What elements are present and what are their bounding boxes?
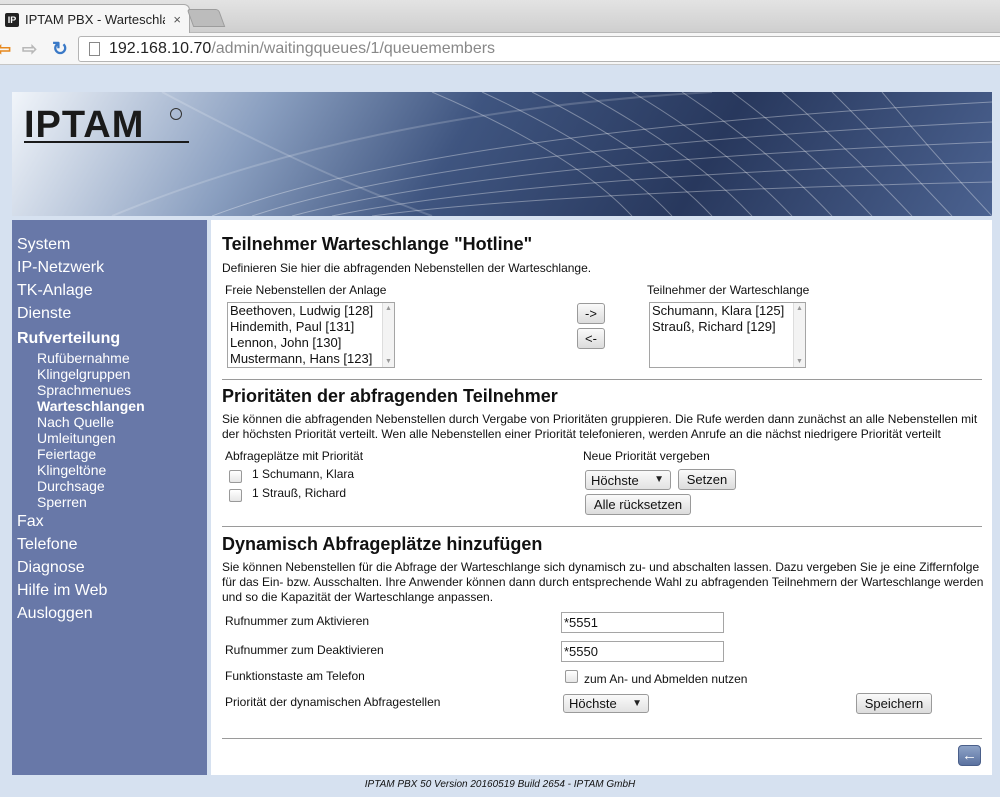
queue-members-label: Teilnehmer der Warteschlange: [647, 283, 810, 297]
page-icon: [89, 42, 100, 56]
dynamic-priority-select[interactable]: Höchste ▼: [563, 694, 649, 713]
priority-entry-checkbox[interactable]: [229, 489, 242, 502]
page: IPTAM System IP-Netzwerk TK-Anlage Diens…: [0, 66, 1000, 797]
sidebar-subitem-warteschlangen[interactable]: Warteschlangen: [12, 398, 207, 414]
priority-entry: 1 Schumann, Klara: [252, 467, 355, 481]
listbox-scrollbar[interactable]: ▲ ▼: [793, 303, 805, 367]
priority-entry-checkbox[interactable]: [229, 470, 242, 483]
deactivate-number-label: Rufnummer zum Deaktivieren: [225, 643, 384, 657]
listbox-scrollbar[interactable]: ▲ ▼: [382, 303, 394, 367]
set-priority-button[interactable]: Setzen: [678, 469, 736, 490]
reload-icon[interactable]: ↻: [52, 38, 68, 61]
free-extension-item[interactable]: Lennon, John [130]: [228, 335, 394, 351]
sidebar-item-system[interactable]: System: [12, 233, 207, 256]
logo-underline: [24, 141, 189, 143]
sidebar-item-ausloggen[interactable]: Ausloggen: [12, 602, 207, 625]
dynamic-priority-label: Priorität der dynamischen Abfragestellen: [225, 695, 441, 709]
sidebar-subitem-nach-quelle[interactable]: Nach Quelle: [12, 414, 207, 430]
browser-toolbar: ⇦ ⇨ ↻ 192.168.10.70/admin/waitingqueues/…: [0, 33, 1000, 65]
function-key-checkbox[interactable]: [565, 670, 578, 683]
sidebar-item-tk-anlage[interactable]: TK-Anlage: [12, 279, 207, 302]
section-divider: [222, 379, 982, 380]
priority-list-label: Abfrageplätze mit Priorität: [225, 449, 364, 463]
browser-tabstrip: IP IPTAM PBX - Warteschlange ×: [0, 0, 1000, 34]
header-banner: IPTAM: [12, 92, 992, 216]
sidebar-item-dienste[interactable]: Dienste: [12, 302, 207, 325]
sidebar-subitem-klingelgruppen[interactable]: Klingelgruppen: [12, 366, 207, 382]
dynamic-priority-select-value: Höchste: [569, 696, 617, 711]
new-tab-button[interactable]: [186, 9, 226, 27]
free-extensions-list[interactable]: Beethoven, Ludwig [128] Hindemith, Paul …: [227, 302, 395, 368]
sidebar-subitem-rufuebernahme[interactable]: Rufübernahme: [12, 350, 207, 366]
url-host: 192.168.10.70: [109, 40, 212, 57]
save-button[interactable]: Speichern: [856, 693, 932, 714]
activate-number-field[interactable]: *5551: [561, 612, 724, 633]
function-key-checkbox-label: zum An- und Abmelden nutzen: [584, 672, 748, 686]
sidebar-subitem-umleitungen[interactable]: Umleitungen: [12, 430, 207, 446]
scroll-down-icon[interactable]: ▼: [385, 358, 392, 365]
sidebar-nav: System IP-Netzwerk TK-Anlage Dienste Ruf…: [12, 220, 207, 775]
members-section-title: Teilnehmer Warteschlange "Hotline": [222, 234, 533, 254]
section-divider: [222, 738, 982, 739]
queue-member-item[interactable]: Schumann, Klara [125]: [650, 303, 805, 319]
priority-select-value: Höchste: [591, 472, 639, 488]
new-priority-label: Neue Priorität vergeben: [583, 449, 710, 463]
chevron-down-icon: ▼: [632, 698, 642, 709]
sidebar-subitem-durchsage[interactable]: Durchsage: [12, 478, 207, 494]
banner-pattern: [111, 92, 992, 216]
priorities-section-title: Prioritäten der abfragenden Teilnehmer: [222, 386, 558, 406]
queue-members-list[interactable]: Schumann, Klara [125] Strauß, Richard [1…: [649, 302, 806, 368]
forward-arrow-icon[interactable]: ⇨: [22, 39, 37, 60]
function-key-label: Funktionstaste am Telefon: [225, 669, 365, 683]
remove-member-button[interactable]: <-: [577, 328, 605, 349]
deactivate-number-field[interactable]: *5550: [561, 641, 724, 662]
free-extension-item[interactable]: Beethoven, Ludwig [128]: [228, 303, 394, 319]
sidebar-item-telefone[interactable]: Telefone: [12, 533, 207, 556]
priority-select[interactable]: Höchste ▼: [585, 470, 671, 490]
scroll-down-icon[interactable]: ▼: [796, 358, 803, 365]
dynamic-section-title: Dynamisch Abfrageplätze hinzufügen: [222, 534, 543, 554]
priorities-description: Sie können die abfragenden Nebenstellen …: [222, 412, 978, 441]
browser-tab-title: IPTAM PBX - Warteschlange: [25, 12, 165, 27]
sidebar-subitem-sprachmenues[interactable]: Sprachmenues: [12, 382, 207, 398]
chevron-down-icon: ▼: [654, 474, 664, 485]
sidebar-item-rufverteilung[interactable]: Rufverteilung: [12, 327, 207, 350]
sidebar-subitem-klingeltoene[interactable]: Klingeltöne: [12, 462, 207, 478]
members-description: Definieren Sie hier die abfragenden Nebe…: [222, 261, 592, 275]
url-path: /admin/waitingqueues/1/queuemembers: [211, 40, 496, 57]
priority-entry: 1 Strauß, Richard: [252, 486, 347, 500]
dynamic-description: Sie können Nebenstellen für die Abfrage …: [222, 560, 984, 604]
sidebar-subitem-feiertage[interactable]: Feiertage: [12, 446, 207, 462]
add-member-button[interactable]: ->: [577, 303, 605, 324]
browser-tab[interactable]: IP IPTAM PBX - Warteschlange ×: [0, 4, 190, 34]
activate-number-label: Rufnummer zum Aktivieren: [225, 614, 370, 628]
queue-member-item[interactable]: Strauß, Richard [129]: [650, 319, 805, 335]
sidebar-item-diagnose[interactable]: Diagnose: [12, 556, 207, 579]
free-extension-item[interactable]: Mustermann, Hans [123]: [228, 351, 394, 367]
logo-trademark-icon: [170, 108, 182, 120]
sidebar-item-fax[interactable]: Fax: [12, 510, 207, 533]
back-arrow-icon[interactable]: ⇦: [0, 39, 11, 60]
reset-all-button[interactable]: Alle rücksetzen: [585, 494, 691, 515]
sidebar-item-hilfe-im-web[interactable]: Hilfe im Web: [12, 579, 207, 602]
address-bar[interactable]: 192.168.10.70/admin/waitingqueues/1/queu…: [78, 36, 1000, 62]
section-divider: [222, 526, 982, 527]
scroll-up-icon[interactable]: ▲: [385, 305, 392, 312]
iptam-favicon-icon: IP: [5, 12, 19, 27]
free-extensions-label: Freie Nebenstellen der Anlage: [225, 283, 387, 297]
scroll-up-icon[interactable]: ▲: [796, 305, 803, 312]
main-content: Teilnehmer Warteschlange "Hotline" Defin…: [211, 220, 992, 775]
sidebar-subitem-sperren[interactable]: Sperren: [12, 494, 207, 510]
footer-version: IPTAM PBX 50 Version 20160519 Build 2654…: [364, 779, 636, 790]
back-arrow-icon[interactable]: ←: [958, 745, 981, 766]
tab-close-icon[interactable]: ×: [173, 12, 181, 27]
free-extension-item[interactable]: Hindemith, Paul [131]: [228, 319, 394, 335]
sidebar-item-ip-netzwerk[interactable]: IP-Netzwerk: [12, 256, 207, 279]
